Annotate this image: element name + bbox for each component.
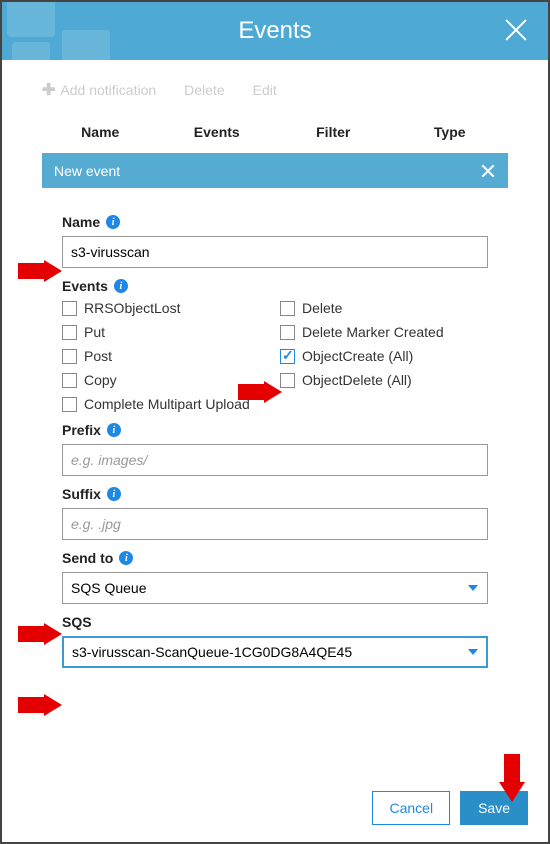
annotation-arrow-icon xyxy=(18,694,62,716)
checkbox-post[interactable] xyxy=(62,349,77,364)
new-event-bar: New event xyxy=(42,153,508,188)
checkbox-label: RRSObjectLost xyxy=(84,300,180,316)
cancel-button[interactable]: Cancel xyxy=(372,791,450,825)
event-form: Name i Events i RRSObjectLost Delete Put… xyxy=(2,188,548,668)
checkbox-label: Delete Marker Created xyxy=(302,324,444,340)
checkbox-copy[interactable] xyxy=(62,373,77,388)
sqs-label: SQS xyxy=(62,614,92,630)
name-label: Name xyxy=(62,214,100,230)
suffix-input[interactable] xyxy=(62,508,488,540)
save-button[interactable]: Save xyxy=(460,791,528,825)
sendto-select[interactable]: SQS Queue xyxy=(62,572,488,604)
info-icon[interactable]: i xyxy=(107,423,121,437)
info-icon[interactable]: i xyxy=(119,551,133,565)
checkbox-delete[interactable] xyxy=(280,301,295,316)
new-event-label: New event xyxy=(54,163,120,179)
table-header: Name Events Filter Type xyxy=(2,114,548,153)
info-icon[interactable]: i xyxy=(106,215,120,229)
th-filter: Filter xyxy=(275,124,392,140)
checkbox-label: Post xyxy=(84,348,112,364)
checkbox-label: Copy xyxy=(84,372,117,388)
checkbox-label: ObjectCreate (All) xyxy=(302,348,413,364)
checkbox-objectdelete-all[interactable] xyxy=(280,373,295,388)
edit-button[interactable]: Edit xyxy=(253,80,277,100)
checkbox-deletemarker[interactable] xyxy=(280,325,295,340)
close-icon[interactable] xyxy=(502,16,530,44)
delete-button[interactable]: Delete xyxy=(184,80,224,100)
name-input[interactable] xyxy=(62,236,488,268)
plus-icon: ✚ xyxy=(42,80,55,100)
checkbox-completemultipart[interactable] xyxy=(62,397,77,412)
checkbox-label: Complete Multipart Upload xyxy=(84,396,250,412)
checkbox-label: ObjectDelete (All) xyxy=(302,372,412,388)
th-type: Type xyxy=(392,124,509,140)
modal-title: Events xyxy=(238,17,311,45)
add-notification-button[interactable]: ✚ Add notification xyxy=(42,80,156,100)
checkbox-label: Put xyxy=(84,324,105,340)
suffix-label: Suffix xyxy=(62,486,101,502)
close-new-event-icon[interactable] xyxy=(480,163,496,179)
header-decoration xyxy=(2,2,132,60)
prefix-input[interactable] xyxy=(62,444,488,476)
toolbar: ✚ Add notification Delete Edit xyxy=(2,60,548,114)
sqs-select[interactable]: s3-virusscan-ScanQueue-1CG0DG8A4QE45 xyxy=(62,636,488,668)
checkbox-objectcreate-all[interactable] xyxy=(280,349,295,364)
th-name: Name xyxy=(42,124,159,140)
events-modal: Events ✚ Add notification Delete Edit Na… xyxy=(0,0,550,844)
info-icon[interactable]: i xyxy=(114,279,128,293)
info-icon[interactable]: i xyxy=(107,487,121,501)
prefix-label: Prefix xyxy=(62,422,101,438)
events-checkbox-grid: RRSObjectLost Delete Put Delete Marker C… xyxy=(62,300,488,412)
modal-header: Events xyxy=(2,2,548,60)
footer: Cancel Save xyxy=(372,791,528,825)
checkbox-rrsobjectlost[interactable] xyxy=(62,301,77,316)
th-events: Events xyxy=(159,124,276,140)
add-notification-label: Add notification xyxy=(60,82,156,98)
sendto-label: Send to xyxy=(62,550,113,566)
events-label: Events xyxy=(62,278,108,294)
checkbox-put[interactable] xyxy=(62,325,77,340)
checkbox-label: Delete xyxy=(302,300,342,316)
